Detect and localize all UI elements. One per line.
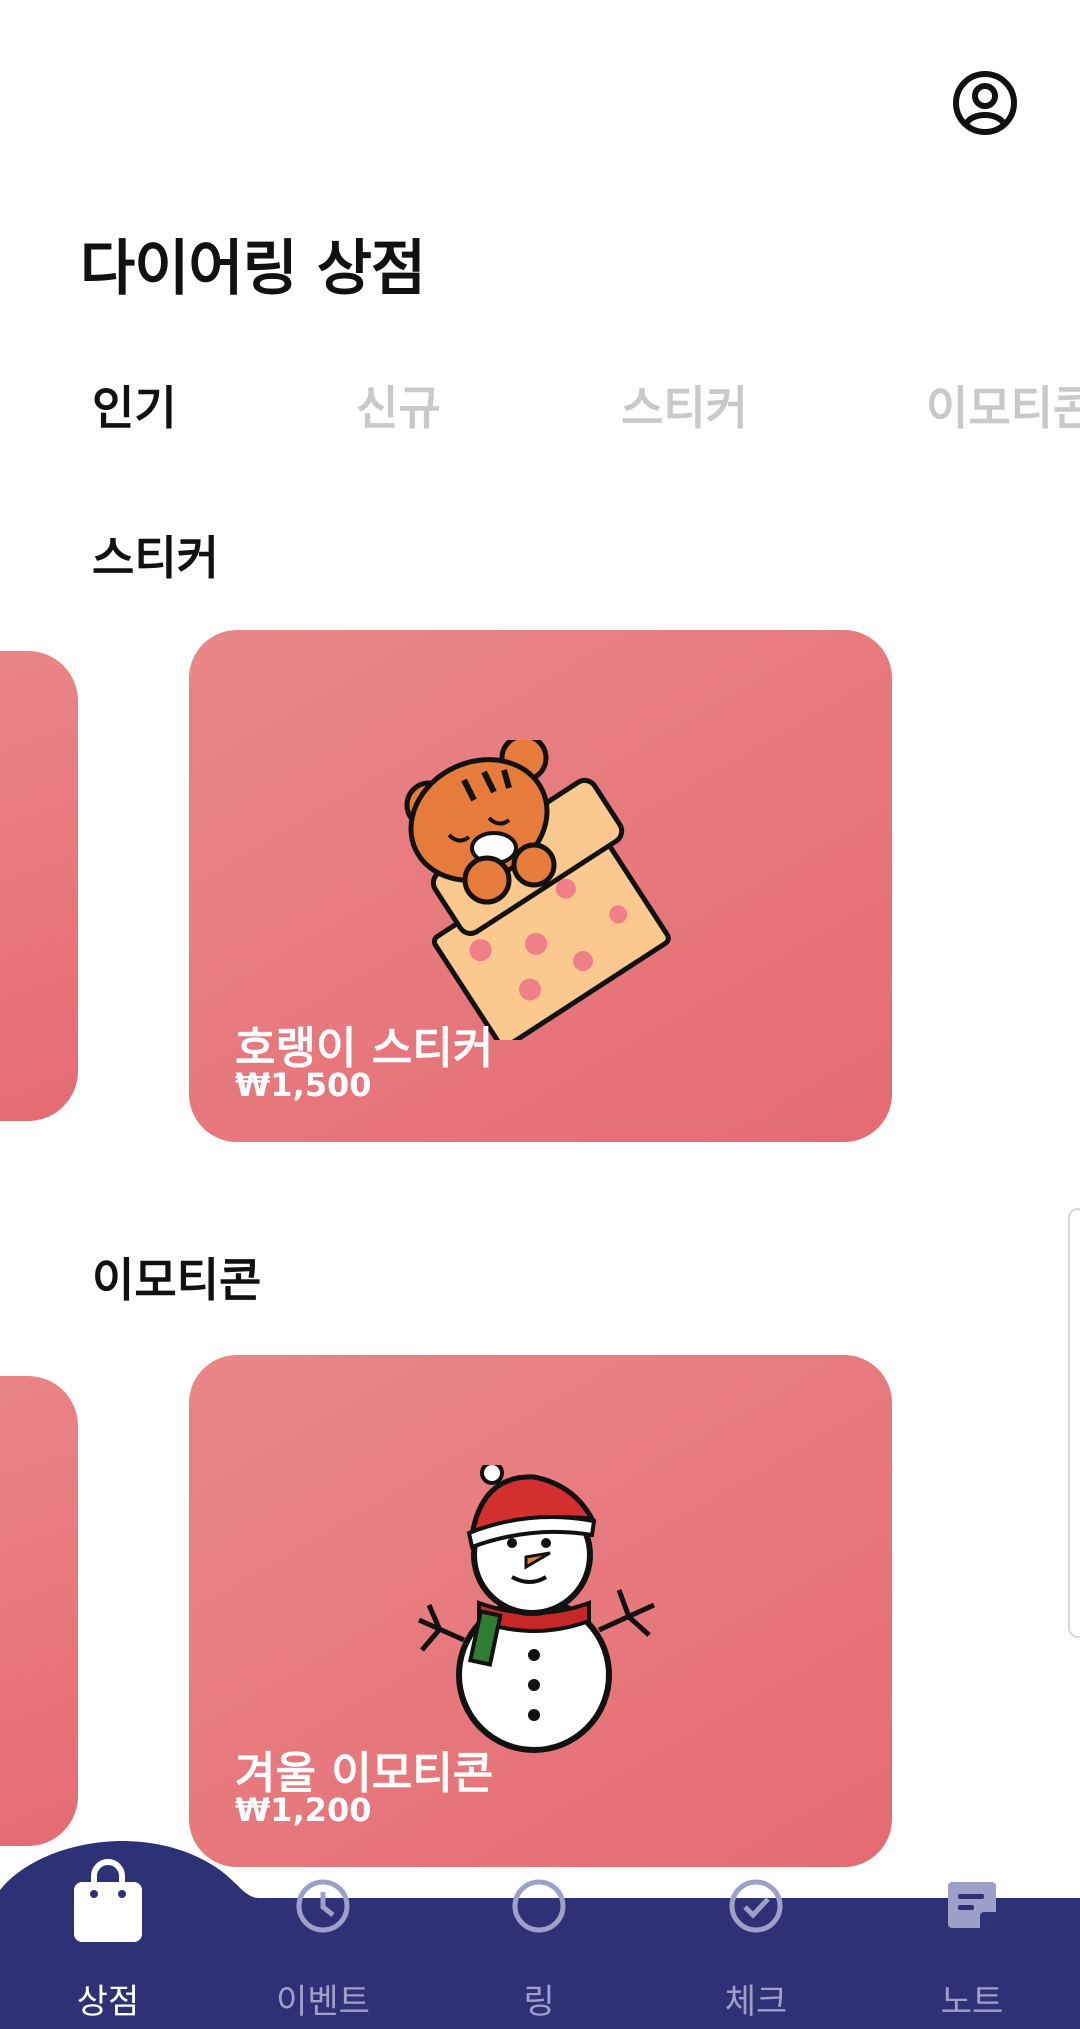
profile-button[interactable] [950, 68, 1020, 138]
nav-label: 링 [523, 1982, 555, 2022]
check-circle-icon [729, 1879, 783, 1933]
category-tabs: 인기 신규 스티커 이모티콘 [0, 372, 1080, 442]
nav-item-check[interactable]: 체크 [656, 1830, 856, 2029]
card-price: ₩1,200 [235, 1791, 372, 1829]
nav-label: 상점 [76, 1982, 140, 2022]
sticker-card[interactable]: 호랭이 스티커 ₩1,500 [189, 630, 892, 1142]
nav-item-shop[interactable]: 상점 [8, 1830, 208, 2029]
page-title: 다이어링 상점 [80, 234, 426, 304]
nav-item-event[interactable]: 이벤트 [223, 1830, 423, 2029]
section-title-emoticon: 이모티콘 [92, 1253, 262, 1307]
nav-label: 이벤트 [276, 1982, 370, 2022]
tab-popular[interactable]: 인기 [92, 372, 177, 438]
tab-sticker[interactable]: 스티커 [621, 372, 748, 438]
clock-icon [296, 1879, 350, 1933]
prev-card-peek[interactable] [0, 1376, 78, 1846]
tab-emoticon[interactable]: 이모티콘 [926, 372, 1080, 438]
bottom-nav: 상점 이벤트 링 체크 노트 [0, 1830, 1080, 2029]
shopping-bag-icon [74, 1859, 142, 1942]
user-circle-icon [953, 71, 1017, 135]
card-price: ₩1,500 [235, 1066, 372, 1104]
note-icon [948, 1882, 996, 1928]
nav-item-note[interactable]: 노트 [872, 1830, 1072, 2029]
sleeping-tiger-illustration [404, 740, 671, 1040]
floating-edge-handle[interactable] [1068, 1208, 1080, 1638]
tab-new[interactable]: 신규 [356, 372, 441, 438]
nav-label: 노트 [940, 1982, 1004, 2022]
ring-icon [512, 1879, 566, 1933]
emoticon-card[interactable]: 겨울 이모티콘 ₩1,200 [189, 1355, 892, 1867]
section-title-sticker: 스티커 [92, 531, 219, 585]
prev-card-peek[interactable] [0, 651, 78, 1121]
snowman-illustration [417, 1465, 656, 1753]
nav-label: 체크 [724, 1982, 788, 2022]
nav-item-ring[interactable]: 링 [439, 1830, 639, 2029]
